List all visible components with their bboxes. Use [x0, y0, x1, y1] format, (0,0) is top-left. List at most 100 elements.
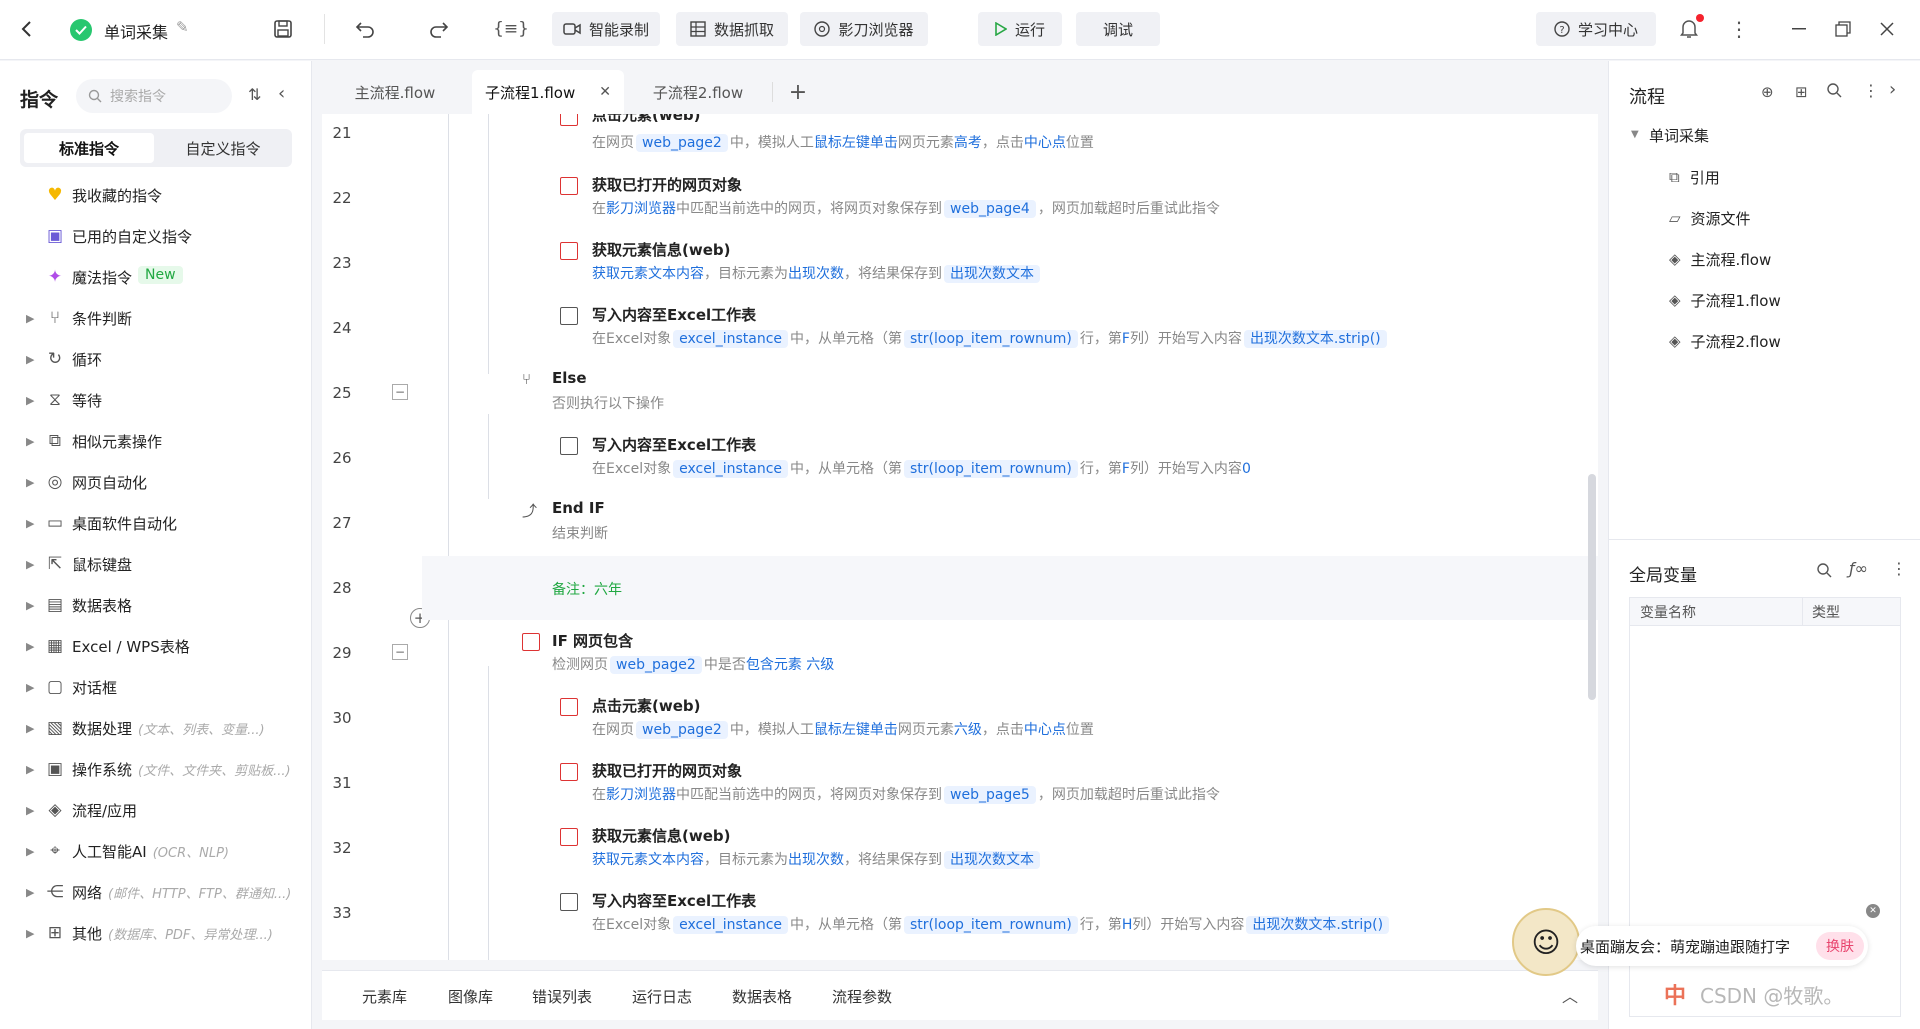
debug-button[interactable]: 调试: [1076, 12, 1160, 46]
back-icon[interactable]: [12, 14, 42, 44]
tree-dialog[interactable]: ▶ ▢ 对话框: [0, 670, 312, 704]
flow-item-references[interactable]: ⧉ 引用: [1669, 162, 1720, 192]
command-title[interactable]: 获取元素信息(web): [592, 239, 730, 260]
tree-flow-app[interactable]: ▶ ◈ 流程/应用: [0, 793, 312, 827]
command-title[interactable]: 写入内容至Excel工作表: [592, 434, 756, 455]
tab-image-library[interactable]: 图像库: [448, 986, 493, 1007]
flow-root-item[interactable]: 单词采集: [1649, 125, 1709, 146]
tree-similar-elements[interactable]: ▶ ⧉ 相似元素操作: [0, 424, 312, 458]
command-desc[interactable]: 检测网页 web_page2 中是否包含元素 六级: [552, 654, 834, 674]
command-desc[interactable]: 在网页 web_page2 中，模拟人工鼠标左键单击网页元素高考，点击中心点位置: [592, 132, 1094, 152]
editor-scrollbar[interactable]: [1588, 474, 1596, 700]
command-search-input[interactable]: 搜索指令: [76, 79, 232, 113]
run-button[interactable]: 运行: [978, 12, 1062, 46]
avatar-cartoon-icon: ☺: [1512, 908, 1580, 976]
close-popup-icon[interactable]: ✕: [1866, 904, 1880, 918]
command-desc[interactable]: 在Excel对象 excel_instance 中，从单元格（第 str(loop_i…: [592, 328, 1389, 348]
tab-error-list[interactable]: 错误列表: [532, 986, 592, 1007]
redo-icon[interactable]: [424, 14, 454, 44]
sort-icon[interactable]: ⇅: [248, 85, 261, 104]
restore-icon[interactable]: [1828, 14, 1858, 44]
tab-main-flow[interactable]: 主流程.flow: [322, 70, 468, 114]
flow-item-main[interactable]: ◈ 主流程.flow: [1669, 244, 1771, 274]
variables-icon[interactable]: {≡}: [493, 14, 529, 44]
tree-operating-system[interactable]: ▶ ▣ 操作系统 (文件、文件夹、剪贴板...): [0, 752, 312, 786]
add-tab-icon[interactable]: +: [780, 70, 816, 114]
tree-loop[interactable]: ▶ ↻ 循环: [0, 342, 312, 376]
search-icon[interactable]: [1827, 83, 1842, 102]
collapse-panel-icon[interactable]: ‹: [278, 83, 285, 104]
expand-arrow-icon[interactable]: ▼: [1631, 129, 1639, 140]
more-vertical-icon[interactable]: ⋮: [1724, 14, 1754, 44]
flow-item-resources[interactable]: ▱ 资源文件: [1669, 203, 1751, 233]
tree-data-processing[interactable]: ▶ ▧ 数据处理 (文本、列表、变量...): [0, 711, 312, 745]
tree-data-table[interactable]: ▶ ▤ 数据表格: [0, 588, 312, 622]
edit-name-icon[interactable]: ✎: [176, 18, 189, 36]
learning-center-button[interactable]: ? 学习中心: [1536, 12, 1656, 46]
command-desc[interactable]: 在Excel对象 excel_instance 中，从单元格（第 str(loop_i…: [592, 914, 1391, 934]
command-desc[interactable]: 在影刀浏览器中匹配当前选中的网页，将网页对象保存到 web_page5 ，网页加载超…: [592, 784, 1220, 804]
search-icon: [88, 89, 102, 103]
file-icon: ▱: [1669, 209, 1681, 227]
command-title[interactable]: IF 网页包含: [552, 630, 633, 651]
tab-subflow-1[interactable]: 子流程1.flow ✕: [472, 70, 624, 114]
flow-item-subflow-1[interactable]: ◈ 子流程1.flow: [1669, 285, 1781, 315]
favorite-commands-item[interactable]: ♥ 我收藏的指令: [0, 178, 312, 212]
ime-indicator[interactable]: 中: [1664, 978, 1686, 1010]
command-title[interactable]: 写入内容至Excel工作表: [592, 304, 756, 325]
collapse-toggle[interactable]: −: [392, 384, 408, 400]
command-title[interactable]: 获取已打开的网页对象: [592, 174, 742, 195]
search-icon[interactable]: [1817, 563, 1832, 582]
command-title[interactable]: 写入内容至Excel工作表: [592, 890, 756, 911]
table-icon: [690, 21, 706, 37]
smart-record-button[interactable]: 智能录制: [552, 12, 660, 46]
flow-item-subflow-2[interactable]: ◈ 子流程2.flow: [1669, 326, 1781, 356]
tab-subflow-2[interactable]: 子流程2.flow: [628, 70, 768, 114]
used-custom-commands-item[interactable]: ▣ 已用的自定义指令: [0, 219, 312, 253]
tab-flow-params[interactable]: 流程参数: [832, 986, 892, 1007]
tab-run-log[interactable]: 运行日志: [632, 986, 692, 1007]
tree-excel-wps[interactable]: ▶ ▦ Excel / WPS表格: [0, 629, 312, 663]
undo-icon[interactable]: [350, 14, 380, 44]
collapse-toggle[interactable]: −: [392, 644, 408, 660]
tree-condition[interactable]: ▶ ⑂ 条件判断: [0, 301, 312, 335]
command-title[interactable]: 获取元素信息(web): [592, 825, 730, 846]
command-desc[interactable]: 获取元素文本内容，目标元素为出现次数，将结果保存到 出现次数文本: [592, 849, 1042, 869]
more-vertical-icon[interactable]: ⋮: [1891, 559, 1907, 578]
skin-change-button[interactable]: 换肤: [1816, 932, 1864, 960]
command-desc[interactable]: 在影刀浏览器中匹配当前选中的网页，将网页对象保存到 web_page4 ，网页加载超…: [592, 198, 1220, 218]
command-title[interactable]: 点击元素(web): [592, 695, 700, 716]
expand-panel-icon[interactable]: ︿: [1562, 983, 1578, 1007]
data-capture-button[interactable]: 数据抓取: [676, 12, 788, 46]
tree-desktop-automation[interactable]: ▶ ▭ 桌面软件自动化: [0, 506, 312, 540]
tab-data-table[interactable]: 数据表格: [732, 986, 792, 1007]
magic-commands-item[interactable]: ✦ 魔法指令 New: [0, 260, 312, 294]
close-tab-icon[interactable]: ✕: [599, 84, 611, 100]
function-icon[interactable]: ƒ∞: [1849, 559, 1868, 578]
command-title[interactable]: 获取已打开的网页对象: [592, 760, 742, 781]
add-flow-icon[interactable]: ⊕: [1761, 83, 1774, 101]
tree-other[interactable]: ▶ ⊞ 其他 (数据库、PDF、异常处理...): [0, 916, 312, 950]
command-title[interactable]: End IF: [552, 499, 605, 517]
tree-web-automation[interactable]: ▶ ◎ 网页自动化: [0, 465, 312, 499]
save-icon[interactable]: [268, 14, 298, 44]
browser-button[interactable]: 影刀浏览器: [800, 12, 928, 46]
notification-bell-icon[interactable]: [1674, 14, 1704, 44]
tree-wait[interactable]: ▶ ⧖ 等待: [0, 383, 312, 417]
tab-custom-commands[interactable]: 自定义指令: [158, 133, 288, 163]
collapse-right-panel-icon[interactable]: ›: [1889, 79, 1896, 100]
tree-ai[interactable]: ▶ ⌖ 人工智能AI (OCR、NLP): [0, 834, 312, 868]
tree-mouse-keyboard[interactable]: ▶ ⇱ 鼠标键盘: [0, 547, 312, 581]
close-window-icon[interactable]: [1872, 14, 1902, 44]
more-vertical-icon[interactable]: ⋮: [1863, 81, 1879, 100]
minimize-icon[interactable]: [1784, 14, 1814, 44]
add-resource-icon[interactable]: ⊞: [1795, 83, 1808, 101]
tree-network[interactable]: ▶ ⋲ 网络 (邮件、HTTP、FTP、群通知...): [0, 875, 312, 909]
command-desc[interactable]: 在Excel对象 excel_instance 中，从单元格（第 str(loop_i…: [592, 458, 1251, 478]
command-desc[interactable]: 在网页 web_page2 中，模拟人工鼠标左键单击网页元素六级，点击中心点位置: [592, 719, 1094, 739]
tab-element-library[interactable]: 元素库: [362, 986, 407, 1007]
data-processing-icon: ▧: [46, 718, 64, 738]
command-title[interactable]: Else: [552, 369, 587, 387]
command-desc[interactable]: 获取元素文本内容，目标元素为出现次数，将结果保存到 出现次数文本: [592, 263, 1042, 283]
tab-standard-commands[interactable]: 标准指令: [24, 133, 154, 163]
